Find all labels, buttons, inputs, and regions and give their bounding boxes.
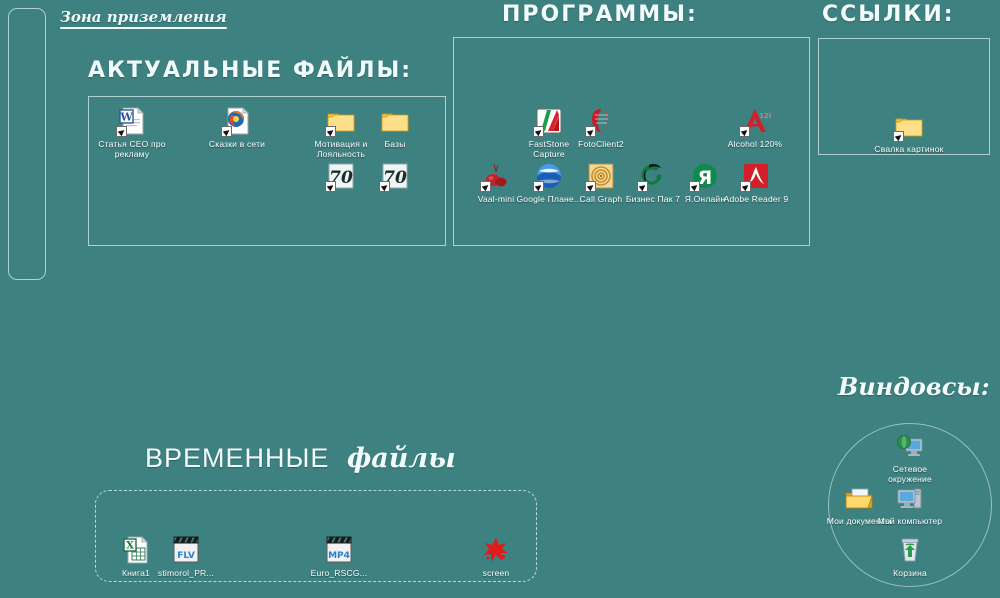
my-computer-icon <box>894 482 926 514</box>
icon-stimorol-pr[interactable]: FLV stimorol_PR... <box>149 534 223 578</box>
icon-moy-kompyuter[interactable]: Мой компьютер <box>873 482 947 526</box>
icon-label: stimorol_PR... <box>157 568 215 578</box>
my-documents-icon <box>843 482 875 514</box>
landing-zone-title: Зона приземления <box>60 8 227 29</box>
icon-label: Euro_RSCG... <box>310 568 368 578</box>
programs-title: ПРОГРАММЫ: <box>502 2 698 27</box>
yandex-online-shortcut-icon: Я <box>689 160 721 192</box>
svg-text:120%: 120% <box>759 112 771 120</box>
vaal-mini-shortcut-icon <box>480 160 512 192</box>
landing-zone-frame[interactable] <box>8 8 46 280</box>
svg-text:W: W <box>119 111 133 124</box>
icon-label: Базы <box>384 139 406 149</box>
icon-bazy[interactable]: Базы <box>358 105 432 149</box>
icon-label: Сетевое окружение <box>888 464 932 484</box>
shortcut-overlay-icon <box>533 181 544 192</box>
icon-label: Корзина <box>893 568 927 578</box>
icon-label: screen <box>482 568 510 578</box>
google-earth-shortcut-icon <box>533 160 565 192</box>
business-pack-shortcut-icon <box>637 160 669 192</box>
icon-label: Adobe Reader 9 <box>723 194 789 204</box>
icon-label: Мой компьютер <box>877 516 943 526</box>
recycle-bin-icon <box>894 534 926 566</box>
font-file-shortcut-icon: 70 <box>379 160 411 192</box>
folder-shortcut-icon <box>325 105 357 137</box>
faststone-capture-shortcut-icon <box>533 105 565 137</box>
windows-title: Виндовсы: <box>838 372 990 401</box>
icon-label: Статья CEO про рекламу <box>98 139 166 159</box>
icon-label: Alcohol 120% <box>727 139 783 149</box>
icon-font-file-2[interactable]: 70 <box>358 160 432 194</box>
icon-skazki-v-seti[interactable]: Сказки в сети <box>200 105 274 149</box>
folder-icon <box>379 105 411 137</box>
temp-files-title: ВРЕМЕННЫЕ файлы <box>145 443 456 474</box>
svg-text:MP4: MP4 <box>328 551 350 561</box>
landing-zone-title-text: Зона приземления <box>60 8 227 26</box>
icon-adobe-reader-9[interactable]: Adobe Reader 9 <box>719 160 793 204</box>
icon-screen[interactable]: screen <box>459 534 533 578</box>
shortcut-overlay-icon <box>379 181 390 192</box>
font-file-shortcut-icon: 70 <box>325 160 357 192</box>
temp-files-title-caps: ВРЕМЕННЫЕ <box>145 443 330 473</box>
shortcut-overlay-icon <box>740 181 751 192</box>
shortcut-overlay-icon <box>480 181 491 192</box>
icon-alcohol-120[interactable]: 120% Alcohol 120% <box>718 105 792 149</box>
icon-setevoe-okruzhenie[interactable]: Сетевое окружение <box>873 430 947 484</box>
icon-statya-ceo-pro-reklamu[interactable]: W Статья CEO про рекламу <box>95 105 169 159</box>
current-files-title: АКТУАЛЬНЫЕ ФАЙЛЫ: <box>88 58 413 83</box>
red-splat-image-icon <box>480 534 512 566</box>
call-graph-shortcut-icon <box>585 160 617 192</box>
shortcut-overlay-icon <box>533 126 544 137</box>
landing-zone-title-underline <box>60 27 227 29</box>
icon-label: FotoClient2 <box>578 139 624 149</box>
word-document-shortcut-icon: W <box>116 105 148 137</box>
mp4-video-file-icon: MP4 <box>323 534 355 566</box>
svg-text:FLV: FLV <box>177 551 195 561</box>
icon-korzina[interactable]: Корзина <box>873 534 947 578</box>
links-title: ССЫЛКИ: <box>822 2 955 27</box>
shortcut-overlay-icon <box>585 126 596 137</box>
alcohol-120-shortcut-icon: 120% <box>739 105 771 137</box>
svg-text:X: X <box>126 541 134 552</box>
firefox-html-document-shortcut-icon <box>221 105 253 137</box>
temp-files-title-cursive: файлы <box>346 443 456 474</box>
shortcut-overlay-icon <box>585 181 596 192</box>
icon-label: Свалка картинок <box>874 144 944 154</box>
shortcut-overlay-icon <box>637 181 648 192</box>
fotoclient2-shortcut-icon <box>585 105 617 137</box>
folder-shortcut-icon <box>893 110 925 142</box>
shortcut-overlay-icon <box>739 126 750 137</box>
network-neighborhood-icon <box>894 430 926 462</box>
shortcut-overlay-icon <box>221 126 232 137</box>
icon-svalka-kartinok[interactable]: Свалка картинок <box>872 110 946 154</box>
icon-fotoclient2[interactable]: FotoClient2 <box>564 105 638 149</box>
shortcut-overlay-icon <box>116 126 127 137</box>
adobe-reader-shortcut-icon <box>740 160 772 192</box>
flv-video-file-icon: FLV <box>170 534 202 566</box>
icon-label: Сказки в сети <box>208 139 266 149</box>
shortcut-overlay-icon <box>893 131 904 142</box>
shortcut-overlay-icon <box>325 126 336 137</box>
excel-document-icon: X <box>120 534 152 566</box>
desktop-wallpaper: Зона приземления АКТУАЛЬНЫЕ ФАЙЛЫ: W Ста… <box>0 0 1000 598</box>
shortcut-overlay-icon <box>689 181 700 192</box>
icon-euro-rscg[interactable]: MP4 Euro_RSCG... <box>302 534 376 578</box>
shortcut-overlay-icon <box>325 181 336 192</box>
